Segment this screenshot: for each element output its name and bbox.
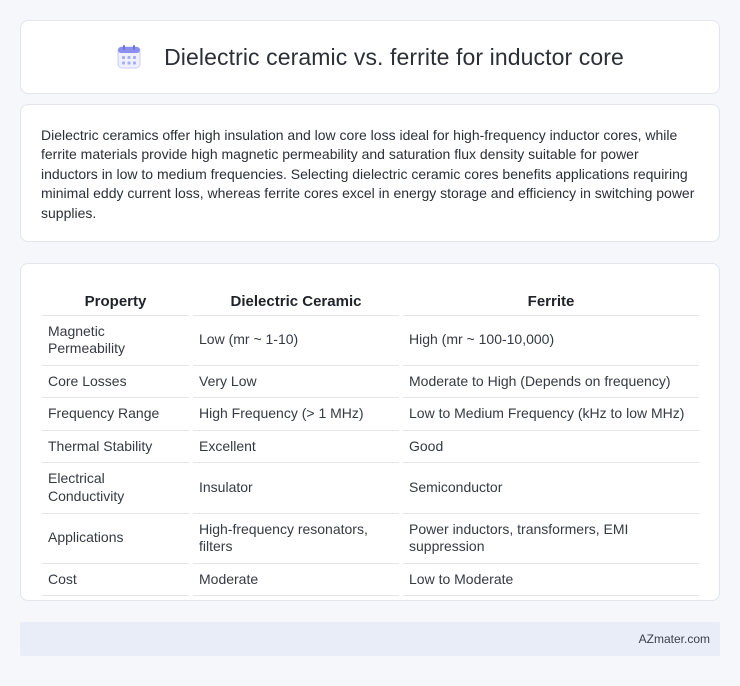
header: Dielectric ceramic vs. ferrite for induc… xyxy=(116,44,624,71)
dielectric-ceramic-cell: High-frequency resonators, filters xyxy=(189,513,401,564)
ferrite-cell: Semiconductor xyxy=(399,462,699,514)
dielectric-ceramic-cell: Moderate xyxy=(189,563,401,597)
dielectric-ceramic-cell: Insulator xyxy=(189,462,401,514)
ferrite-cell: Low to Moderate xyxy=(399,563,699,597)
summary-text: Dielectric ceramics offer high insulatio… xyxy=(41,127,695,221)
table-row: Applications High-frequency resonators, … xyxy=(42,513,699,564)
table-header-row: Property Dielectric Ceramic Ferrite xyxy=(42,284,699,316)
calendar-icon xyxy=(116,44,142,70)
ferrite-cell: Good xyxy=(399,430,699,464)
property-cell: Cost xyxy=(42,563,191,597)
ferrite-cell: Moderate to High (Depends on frequency) xyxy=(399,365,699,399)
header-card: Dielectric ceramic vs. ferrite for induc… xyxy=(20,20,720,94)
property-cell: Magnetic Permeability xyxy=(42,315,191,366)
summary-card: Dielectric ceramics offer high insulatio… xyxy=(20,104,720,242)
footer: AZmater.com xyxy=(20,622,720,656)
property-cell: Applications xyxy=(42,513,191,564)
table-row: Core Losses Very Low Moderate to High (D… xyxy=(42,365,699,399)
table-row: Cost Moderate Low to Moderate xyxy=(42,563,699,597)
column-header-dielectric-ceramic: Dielectric Ceramic xyxy=(189,284,401,316)
dielectric-ceramic-cell: Excellent xyxy=(189,430,401,464)
comparison-card: Property Dielectric Ceramic Ferrite Magn… xyxy=(20,263,720,601)
dielectric-ceramic-cell: High Frequency (> 1 MHz) xyxy=(189,397,401,431)
table-row: Thermal Stability Excellent Good xyxy=(42,430,699,464)
ferrite-cell: High (mr ~ 100-10,000) xyxy=(399,315,699,366)
page-title: Dielectric ceramic vs. ferrite for induc… xyxy=(164,43,624,70)
footer-brand: AZmater.com xyxy=(638,632,710,646)
property-cell: Thermal Stability xyxy=(42,430,191,464)
dielectric-ceramic-cell: Low (mr ~ 1-10) xyxy=(189,315,401,366)
column-header-property: Property xyxy=(42,284,191,316)
table-row: Frequency Range High Frequency (> 1 MHz)… xyxy=(42,397,699,431)
table-row: Magnetic Permeability Low (mr ~ 1-10) Hi… xyxy=(42,315,699,366)
ferrite-cell: Low to Medium Frequency (kHz to low MHz) xyxy=(399,397,699,431)
property-cell: Electrical Conductivity xyxy=(42,462,191,514)
dielectric-ceramic-cell: Very Low xyxy=(189,365,401,399)
property-cell: Core Losses xyxy=(42,365,191,399)
property-cell: Frequency Range xyxy=(42,397,191,431)
column-header-ferrite: Ferrite xyxy=(399,284,699,316)
ferrite-cell: Power inductors, transformers, EMI suppr… xyxy=(399,513,699,564)
table-row: Electrical Conductivity Insulator Semico… xyxy=(42,462,699,514)
comparison-table: Property Dielectric Ceramic Ferrite Magn… xyxy=(42,284,699,597)
